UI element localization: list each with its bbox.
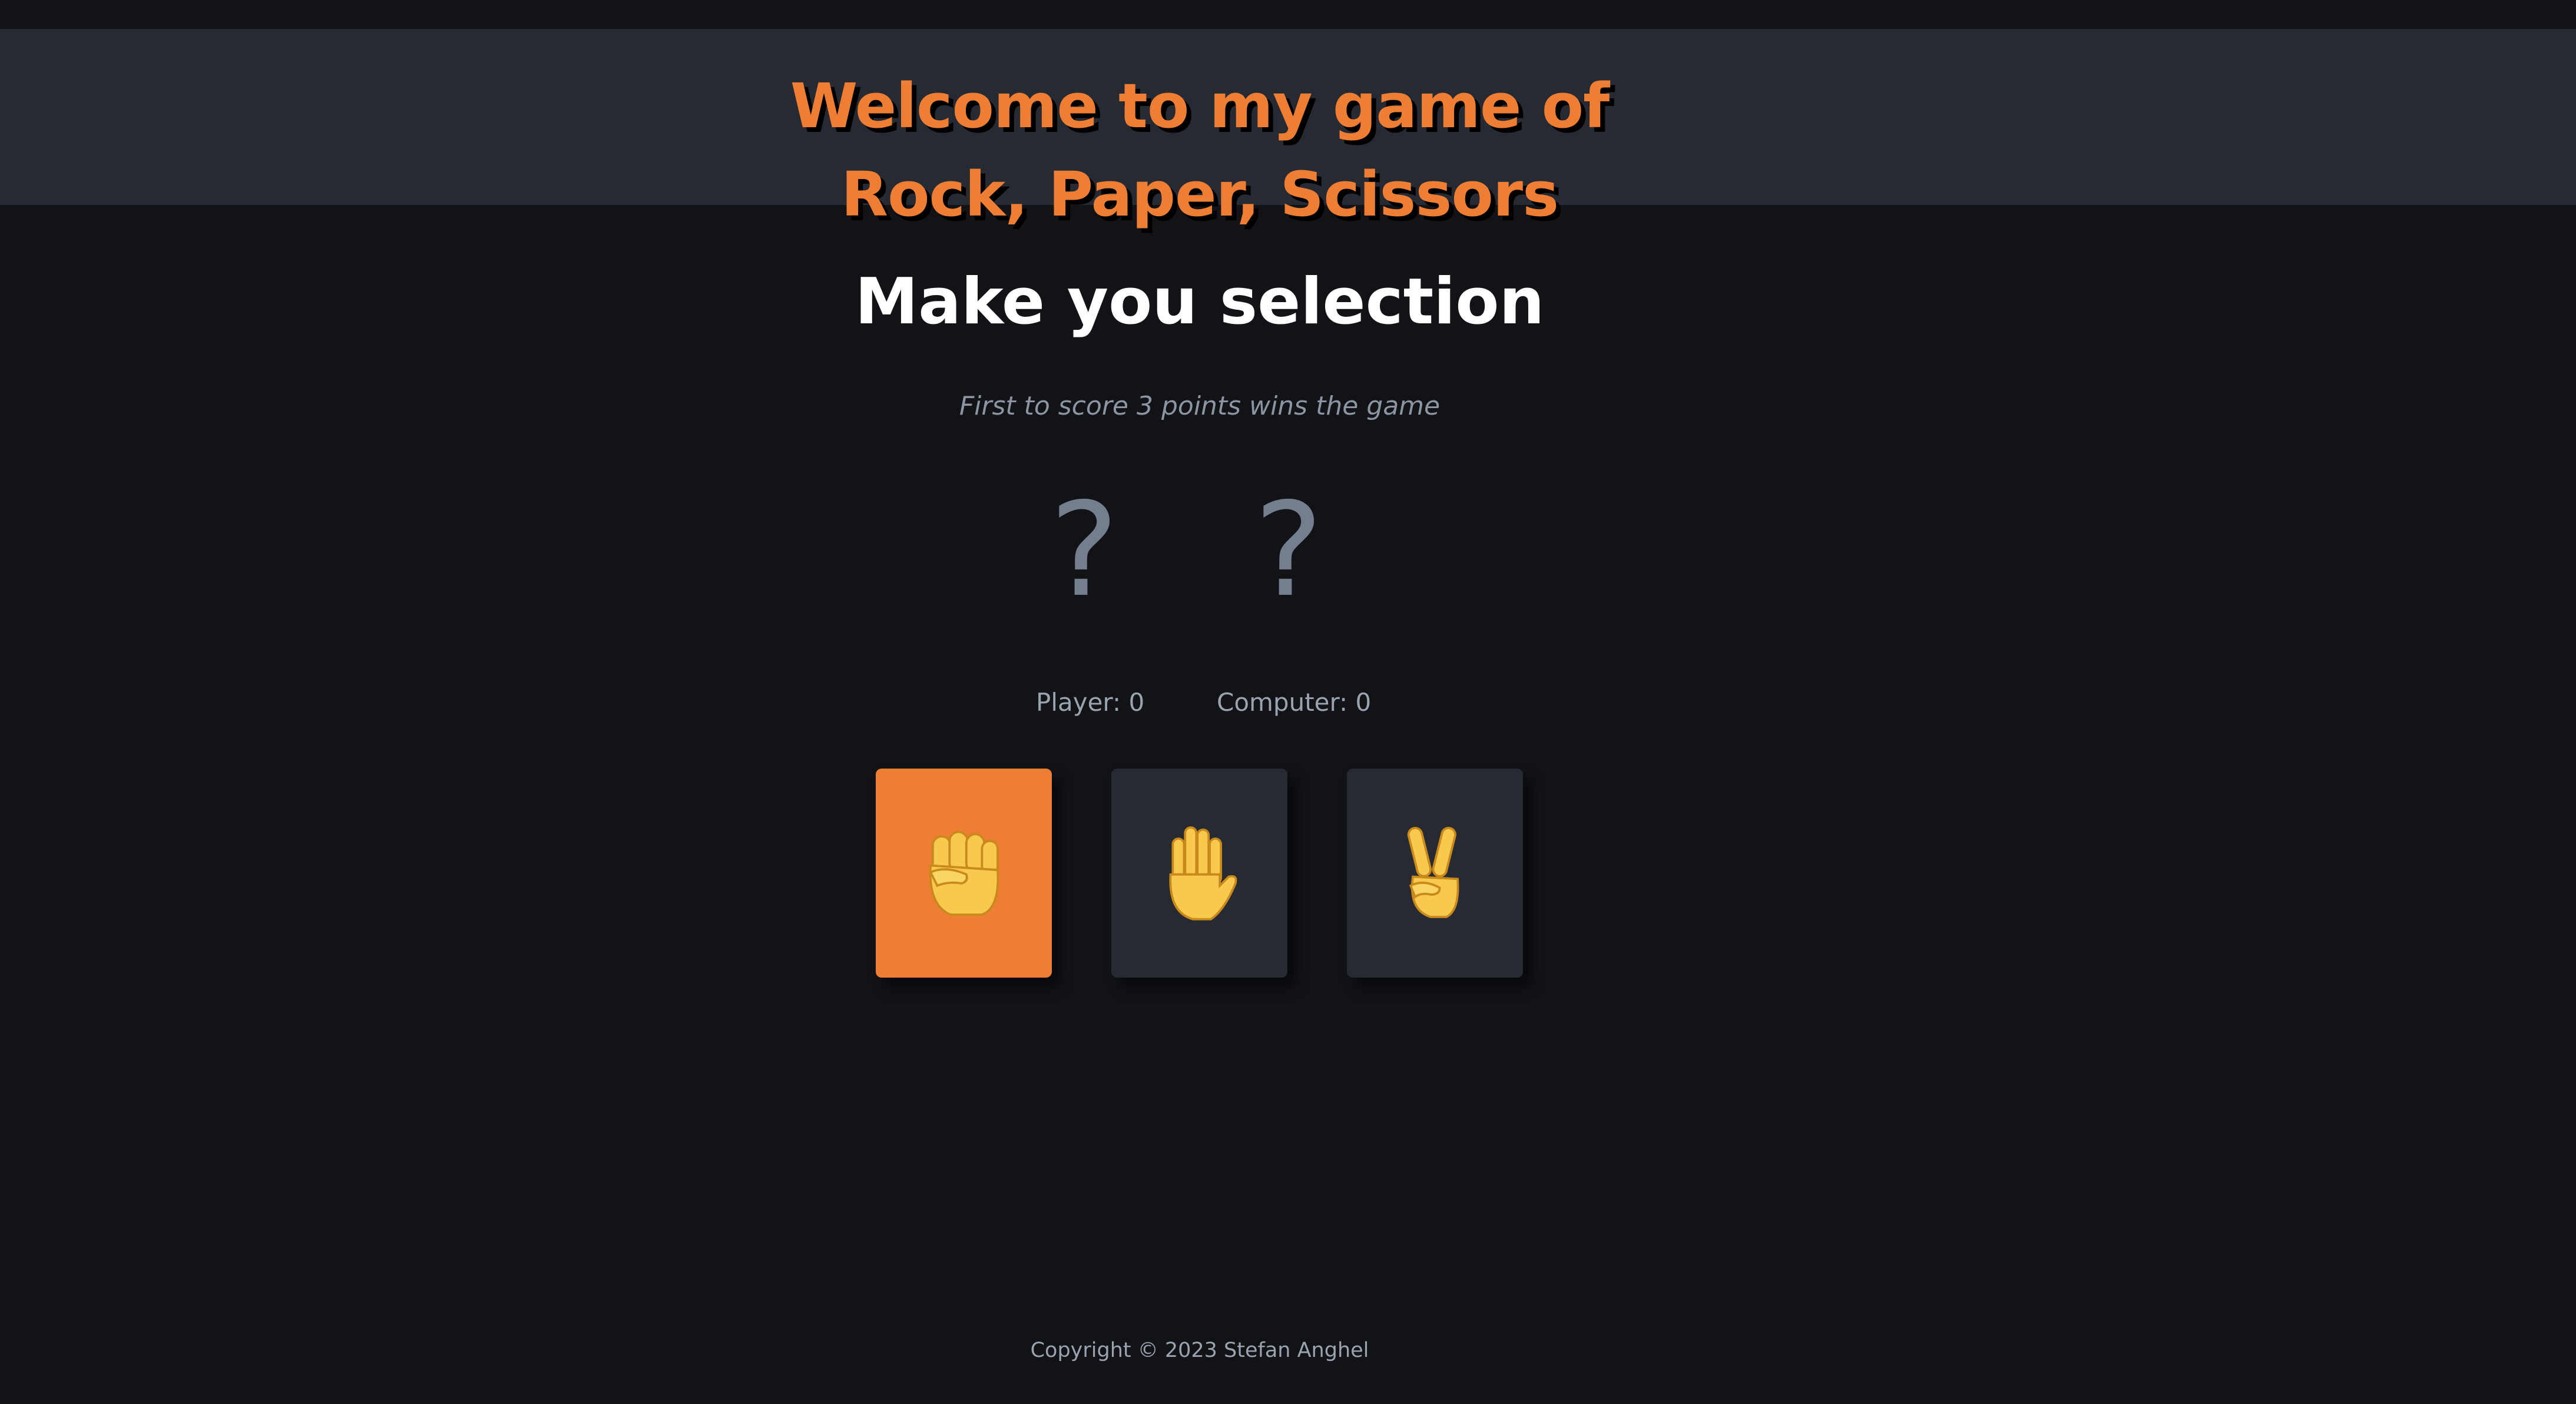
rock-button[interactable] xyxy=(876,769,1052,978)
player-score: Player: 0 xyxy=(1036,688,1145,717)
raised-fist-icon xyxy=(908,816,1020,931)
site-header: Welcome to my game of Rock, Paper, Sciss… xyxy=(0,29,2576,230)
selection-heading: Make you selection xyxy=(855,265,1545,339)
copyright-footer: Copyright © 2023 Stefan Anghel xyxy=(1030,1339,1369,1362)
top-strip xyxy=(0,0,2576,29)
computer-score: Computer: 0 xyxy=(1217,688,1372,717)
victory-hand-icon xyxy=(1379,816,1491,931)
player-choice-display: ? xyxy=(1049,475,1119,625)
computer-choice-display: ? xyxy=(1254,475,1323,625)
scissors-button[interactable] xyxy=(1347,769,1523,978)
site-title-line1: Welcome to my game of xyxy=(790,70,1610,142)
raised-hand-icon xyxy=(1144,816,1256,931)
game-area: Make you selection First to score 3 poin… xyxy=(0,205,2576,1324)
game-rules-text: First to score 3 points wins the game xyxy=(959,391,1441,421)
page: Welcome to my game of Rock, Paper, Sciss… xyxy=(0,0,2576,1404)
paper-button[interactable] xyxy=(1111,769,1287,978)
